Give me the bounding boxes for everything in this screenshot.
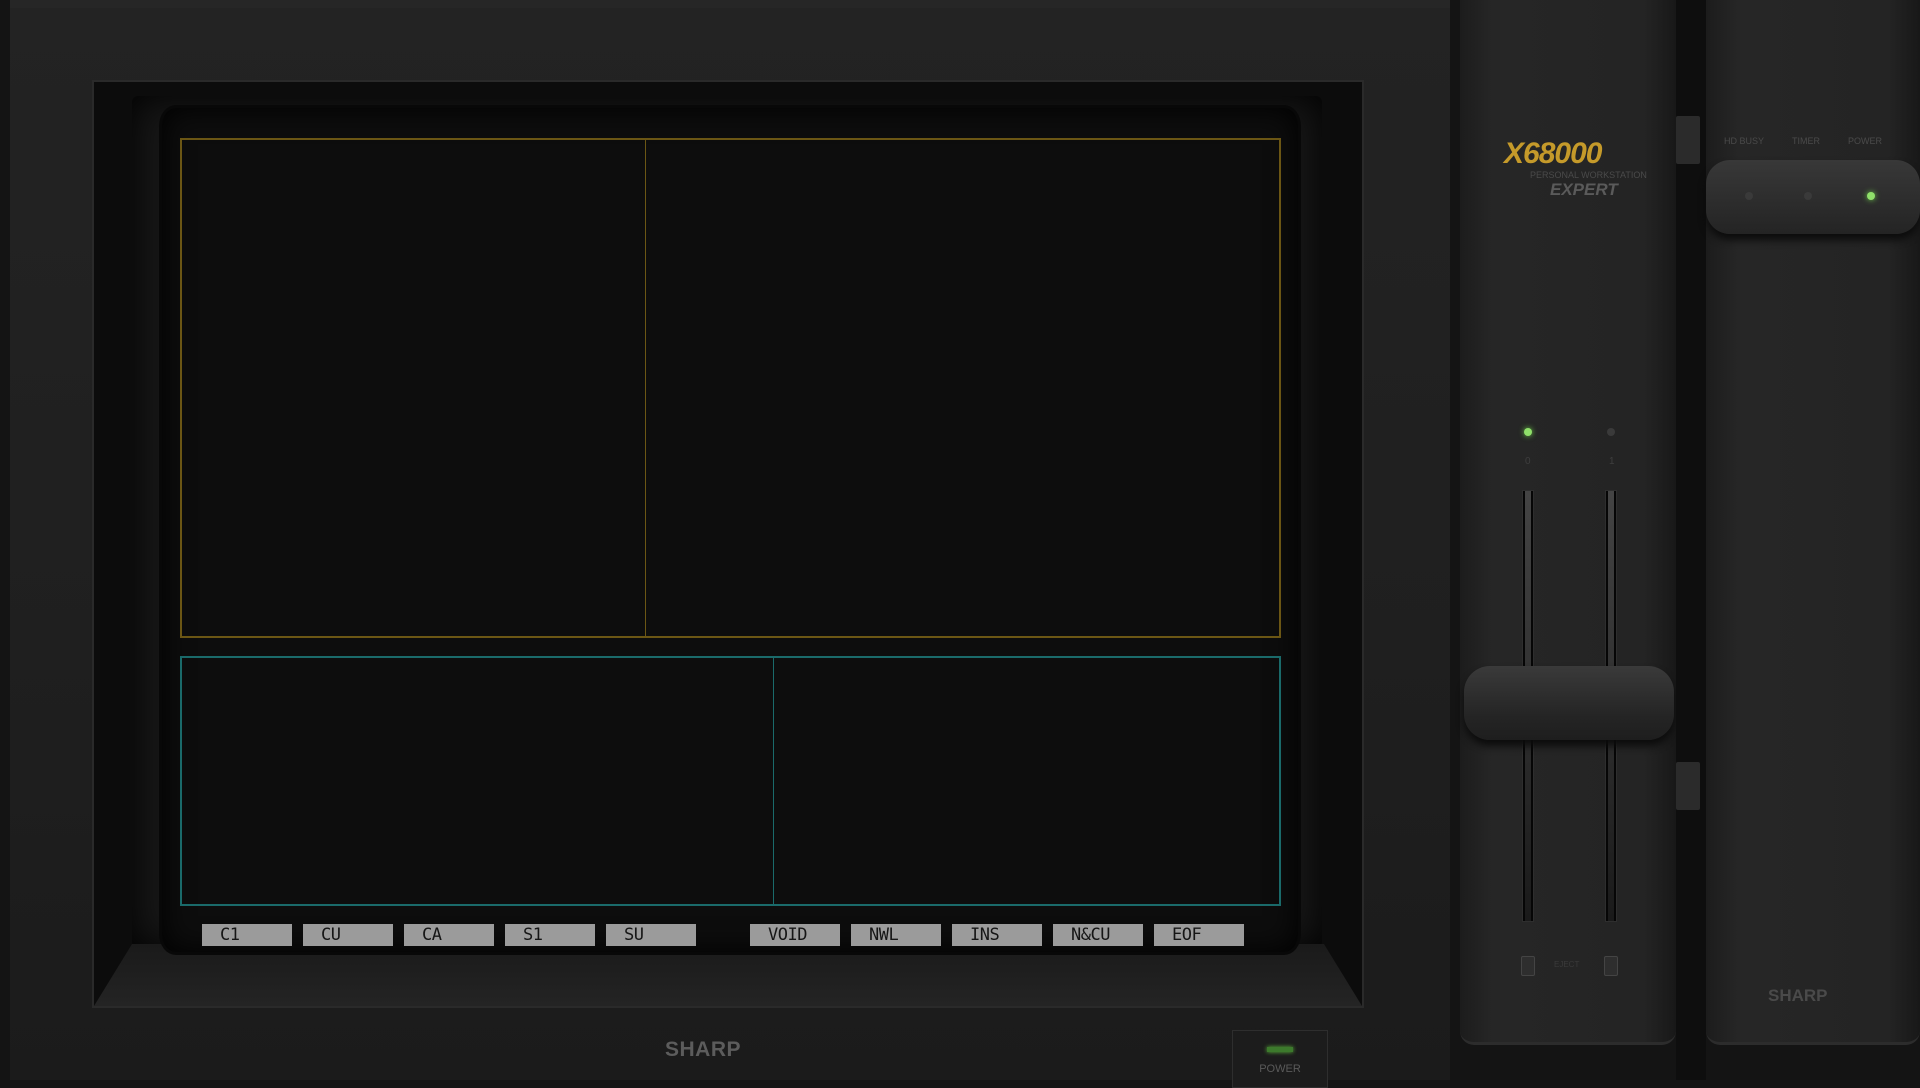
power-status-label: POWER bbox=[1848, 136, 1883, 146]
monitor-brand-logo: SHARP bbox=[665, 1038, 742, 1061]
eject-button-1[interactable] bbox=[1604, 956, 1618, 976]
tower-connector-bottom bbox=[1676, 762, 1700, 810]
fkey-s1[interactable]: S1 bbox=[505, 924, 595, 946]
monitor: C1 CU CA S1 SU VOID NWL INS N&CU EOF SHA… bbox=[10, 0, 1450, 1088]
x68000-logo: X68000 PERSONAL WORKSTATION EXPERT bbox=[1504, 138, 1654, 200]
second-tower: HD BUSY TIMER POWER SHARP bbox=[1706, 0, 1920, 1045]
monitor-power-label: POWER bbox=[1259, 1063, 1301, 1075]
monitor-power-button[interactable]: POWER bbox=[1232, 1030, 1328, 1088]
hd-busy-label: HD BUSY bbox=[1724, 136, 1765, 146]
tower-connector-top bbox=[1676, 116, 1700, 164]
fkey-ins[interactable]: INS bbox=[952, 924, 1042, 946]
bottom-left-pane[interactable] bbox=[180, 656, 774, 906]
drive0-access-led bbox=[1524, 428, 1532, 436]
drive1-access-led bbox=[1607, 428, 1615, 436]
timer-label: TIMER bbox=[1792, 136, 1820, 146]
fkey-ca[interactable]: CA bbox=[404, 924, 494, 946]
fkey-c1[interactable]: C1 bbox=[202, 924, 292, 946]
monitor-bezel: C1 CU CA S1 SU VOID NWL INS N&CU EOF bbox=[92, 80, 1364, 1008]
logo-model-name: X68000 bbox=[1504, 137, 1602, 170]
power-led bbox=[1867, 192, 1875, 200]
status-led-panel bbox=[1706, 160, 1920, 234]
fkey-void[interactable]: VOID bbox=[750, 924, 840, 946]
fkey-eof[interactable]: EOF bbox=[1154, 924, 1244, 946]
top-right-pane[interactable] bbox=[645, 138, 1281, 638]
main-unit-tower: X68000 PERSONAL WORKSTATION EXPERT 0 1 E… bbox=[1460, 0, 1676, 1045]
bottom-right-pane[interactable] bbox=[773, 656, 1281, 906]
hd-busy-led bbox=[1745, 192, 1753, 200]
tower-handle-grip bbox=[1464, 666, 1674, 740]
timer-led bbox=[1804, 192, 1812, 200]
logo-subtitle: PERSONAL WORKSTATION bbox=[1530, 170, 1647, 180]
drive0-number: 0 bbox=[1525, 456, 1531, 467]
logo-expert: EXPERT bbox=[1550, 180, 1618, 199]
fkey-su[interactable]: SU bbox=[606, 924, 696, 946]
eject-label: EJECT bbox=[1554, 960, 1580, 969]
monitor-power-led bbox=[1267, 1047, 1293, 1052]
bezel-chin bbox=[94, 944, 1362, 1006]
fkey-nwl[interactable]: NWL bbox=[851, 924, 941, 946]
drive1-number: 1 bbox=[1609, 456, 1615, 467]
fkey-ncu[interactable]: N&CU bbox=[1053, 924, 1143, 946]
crt-screen[interactable]: C1 CU CA S1 SU VOID NWL INS N&CU EOF bbox=[162, 108, 1298, 952]
fkey-cu[interactable]: CU bbox=[303, 924, 393, 946]
top-left-pane[interactable] bbox=[180, 138, 646, 638]
tower-brand-logo: SHARP bbox=[1768, 986, 1828, 1005]
eject-button-0[interactable] bbox=[1521, 956, 1535, 976]
